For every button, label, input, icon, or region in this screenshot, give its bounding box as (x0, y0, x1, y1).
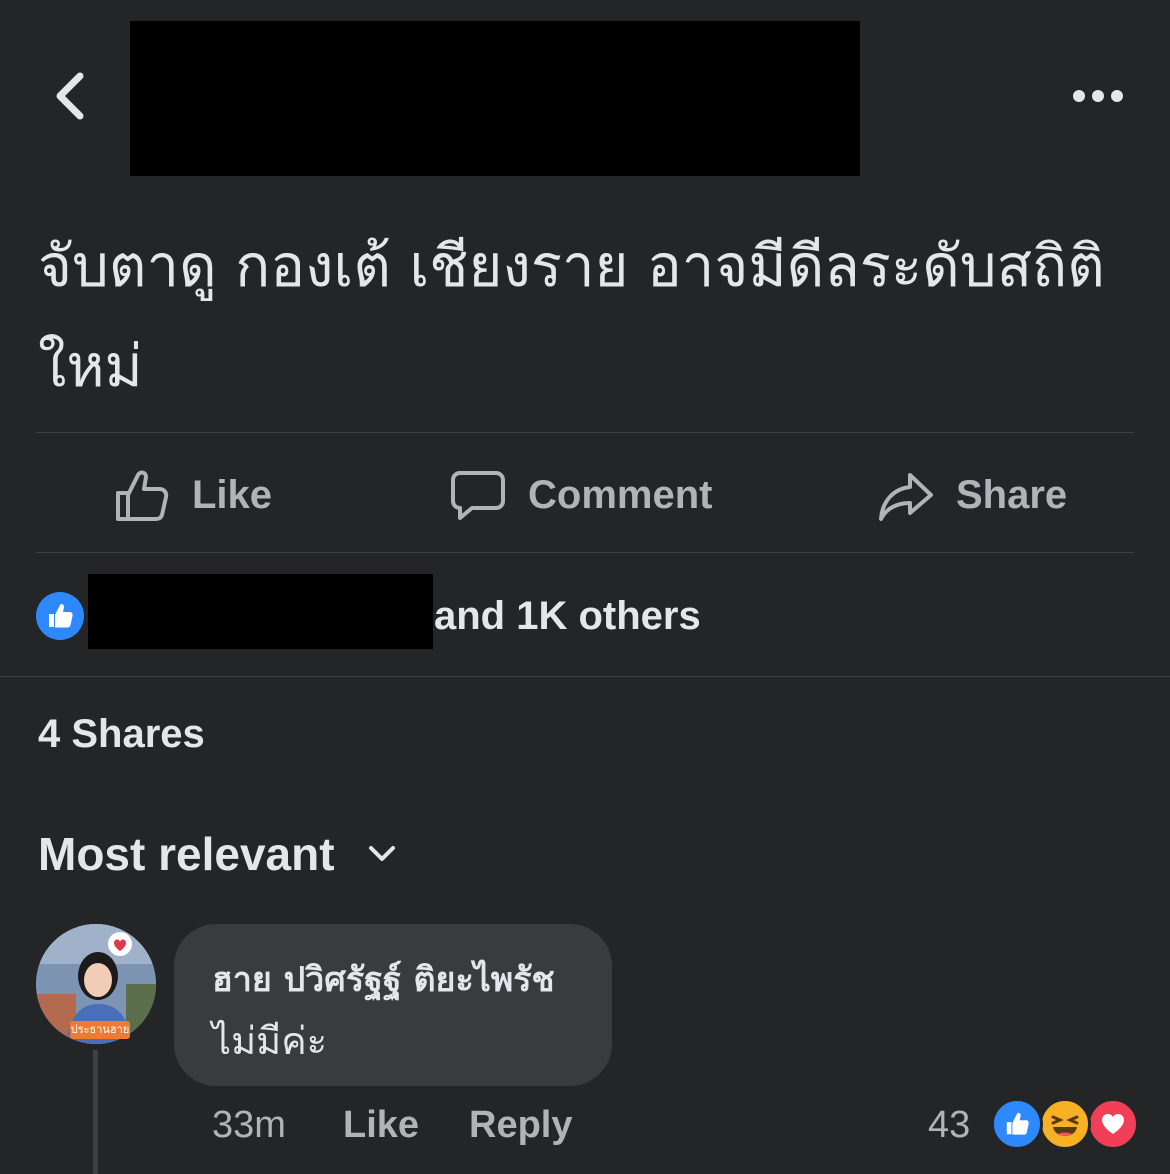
shares-count[interactable]: 4 Shares (38, 712, 205, 757)
divider (36, 432, 1134, 433)
comment-icon (451, 471, 505, 520)
more-options-button[interactable] (1066, 78, 1130, 114)
sort-label: Most relevant (38, 828, 335, 880)
thumbs-up-icon (116, 470, 169, 521)
love-reaction-icon (1087, 1098, 1139, 1150)
redacted-reactor-names (88, 574, 433, 649)
comment-reply-button[interactable]: Reply (469, 1100, 572, 1150)
redacted-page-name (130, 21, 860, 176)
chevron-left-icon (56, 72, 84, 120)
comment-button[interactable]: Comment (450, 458, 712, 532)
post-text: จับตาดู กองเต้ เชียงราย อาจมีดีลระดับสถิ… (38, 232, 1105, 400)
comment-timestamp: 33m (212, 1103, 286, 1146)
comment-text: ไม่มีค่ะ (212, 1019, 328, 1063)
comment-reaction-count[interactable]: 43 (928, 1100, 970, 1150)
divider (0, 676, 1170, 677)
comment-label: Comment (528, 472, 713, 517)
like-label: Like (192, 472, 273, 517)
share-arrow-icon (879, 473, 933, 521)
comment-sort-dropdown[interactable]: Most relevant (38, 826, 397, 882)
divider (36, 552, 1134, 553)
share-label: Share (956, 472, 1068, 517)
like-reaction-icon (991, 1098, 1043, 1150)
comment-like-button[interactable]: Like (343, 1100, 419, 1150)
comment-author[interactable]: ฮาย ปวิศรัฐฐ์ ติยะไพรัช (212, 952, 555, 1006)
thread-line (93, 1050, 98, 1174)
like-reaction-icon (36, 592, 84, 640)
more-horizontal-icon (1073, 90, 1123, 102)
like-button[interactable]: Like (114, 458, 272, 532)
haha-reaction-icon (1039, 1098, 1091, 1150)
reaction-summary[interactable]: and 1K others (434, 590, 701, 642)
back-button[interactable] (40, 60, 100, 132)
avatar-badge: ประธานฮาย (70, 1021, 130, 1039)
chevron-down-icon (368, 846, 395, 861)
share-button[interactable]: Share (878, 458, 1067, 532)
